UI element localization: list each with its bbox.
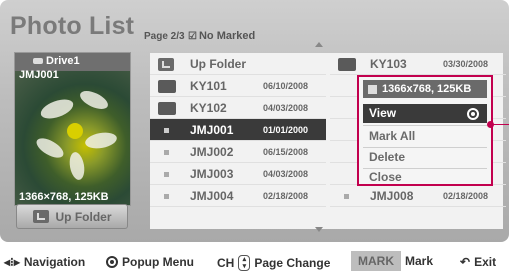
scroll-down-icon[interactable] — [315, 227, 323, 232]
folder-icon — [338, 58, 356, 71]
list-item-folder[interactable]: KY101 06/10/2008 — [150, 75, 326, 97]
checkbox-icon: ☑ — [188, 30, 197, 42]
list-item-up-folder[interactable]: Up Folder — [150, 53, 326, 75]
footer-page-change: CH ▴ ▾ Page Change — [217, 255, 330, 271]
folder-icon — [158, 80, 176, 93]
image-info-icon — [368, 84, 377, 94]
list-item-name: KY103 — [370, 57, 407, 71]
popup-item-label: Delete — [369, 150, 406, 164]
list-item-photo[interactable]: JMJ004 02/18/2008 — [150, 185, 326, 207]
drive-name: Drive1 — [46, 55, 80, 67]
list-item-date: 02/18/2008 — [443, 191, 489, 201]
mark-button[interactable]: MARK — [351, 251, 401, 271]
footer-page-change-label: Page Change — [254, 256, 331, 270]
photo-icon — [164, 172, 169, 177]
popup-item-view[interactable]: View — [363, 104, 487, 123]
popup-item-close[interactable]: Close — [363, 168, 487, 187]
footer-hints: ◂⁝▸ Navigation Popup Menu CH ▴ ▾ Page Cha… — [0, 246, 509, 272]
list-item-name: KY102 — [190, 101, 227, 115]
footer-mark-label: Mark — [405, 254, 434, 268]
list-item-name: JMJ004 — [190, 189, 234, 203]
exit-icon: ↶ — [460, 255, 471, 269]
list-item-name: JMJ001 — [190, 123, 234, 137]
popup-item-label: Close — [369, 170, 402, 184]
list-item-date: 04/03/2008 — [263, 169, 309, 179]
popup-pointer-line — [491, 124, 509, 125]
popup-item-mark-all[interactable]: Mark All — [363, 127, 487, 146]
list-item-date: 03/30/2008 — [443, 59, 489, 69]
popup-item-delete[interactable]: Delete — [363, 148, 487, 167]
popup-menu: 1366x768, 125KB View Mark All Delete Clo… — [357, 75, 493, 186]
list-item-date: 02/18/2008 — [263, 191, 309, 201]
list-item-date: 01/01/2000 — [263, 125, 309, 135]
list-item-date: 06/15/2008 — [263, 147, 309, 157]
radio-selected-icon — [467, 108, 479, 120]
popup-header: 1366x768, 125KB — [363, 80, 487, 98]
list-item-photo[interactable]: JMJ008 02/18/2008 — [330, 185, 506, 207]
footer-navigation: ◂⁝▸ Navigation — [4, 255, 85, 269]
footer-popup-menu-label: Popup Menu — [122, 255, 194, 269]
mark-status-label: No Marked — [198, 30, 256, 42]
mark-status: ☑ No Marked — [188, 30, 255, 42]
preview-resolution: 1366×768, 125KB — [19, 191, 109, 203]
list-item-date: 04/03/2008 — [263, 103, 309, 113]
file-list-left-column: Up Folder KY101 06/10/2008 KY102 04/03/2… — [150, 53, 326, 207]
up-folder-icon — [158, 58, 174, 71]
list-item-date: 06/10/2008 — [263, 81, 309, 91]
drive-label: Drive1 — [33, 55, 80, 67]
footer-exit: ↶ Exit — [460, 255, 496, 269]
list-item-photo[interactable]: JMJ002 06/15/2008 — [150, 141, 326, 163]
list-item-name: KY101 — [190, 79, 227, 93]
popup-item-label: Mark All — [369, 129, 416, 143]
list-item-photo[interactable]: JMJ003 04/03/2008 — [150, 163, 326, 185]
preview-filename: JMJ001 — [19, 69, 59, 81]
drive-icon — [33, 58, 43, 64]
popup-item-label: View — [369, 106, 397, 120]
photo-icon — [164, 194, 169, 199]
list-item-folder[interactable]: KY103 03/30/2008 — [330, 53, 506, 75]
footer-popup-menu: Popup Menu — [106, 255, 194, 269]
photo-list-screen: Photo List Page 2/3 ☑ No Marked Drive1 J… — [0, 0, 509, 242]
list-item-folder[interactable]: KY102 04/03/2008 — [150, 97, 326, 119]
up-folder-button-label: Up Folder — [55, 209, 112, 224]
list-item-name: JMJ008 — [370, 189, 414, 203]
photo-icon — [344, 194, 349, 199]
photo-icon — [164, 150, 169, 155]
popup-header-label: 1366x768, 125KB — [382, 83, 472, 95]
preview-image — [15, 71, 130, 205]
footer-navigation-label: Navigation — [23, 255, 86, 269]
preview-panel: Drive1 JMJ001 1366×768, 125KB — [14, 52, 131, 206]
up-folder-icon — [32, 210, 49, 223]
list-item-photo-selected[interactable]: JMJ001 01/01/2000 — [150, 119, 326, 141]
channel-up-down-icon: ▴ ▾ — [238, 255, 251, 271]
folder-icon — [158, 102, 176, 115]
up-folder-button[interactable]: Up Folder — [16, 204, 128, 229]
scroll-up-icon[interactable] — [315, 42, 323, 47]
ch-label: CH — [217, 256, 235, 270]
list-item-name: JMJ003 — [190, 167, 234, 181]
navigation-arrows-icon: ◂⁝▸ — [4, 255, 20, 269]
list-item-name: Up Folder — [190, 57, 246, 71]
footer-exit-label: Exit — [474, 255, 497, 269]
page-title: Photo List — [10, 12, 135, 40]
ok-button-icon — [106, 256, 118, 268]
list-item-name: JMJ002 — [190, 145, 234, 159]
footer-mark: MARK Mark — [351, 251, 433, 271]
page-indicator: Page 2/3 — [144, 31, 185, 42]
photo-icon — [164, 128, 169, 133]
